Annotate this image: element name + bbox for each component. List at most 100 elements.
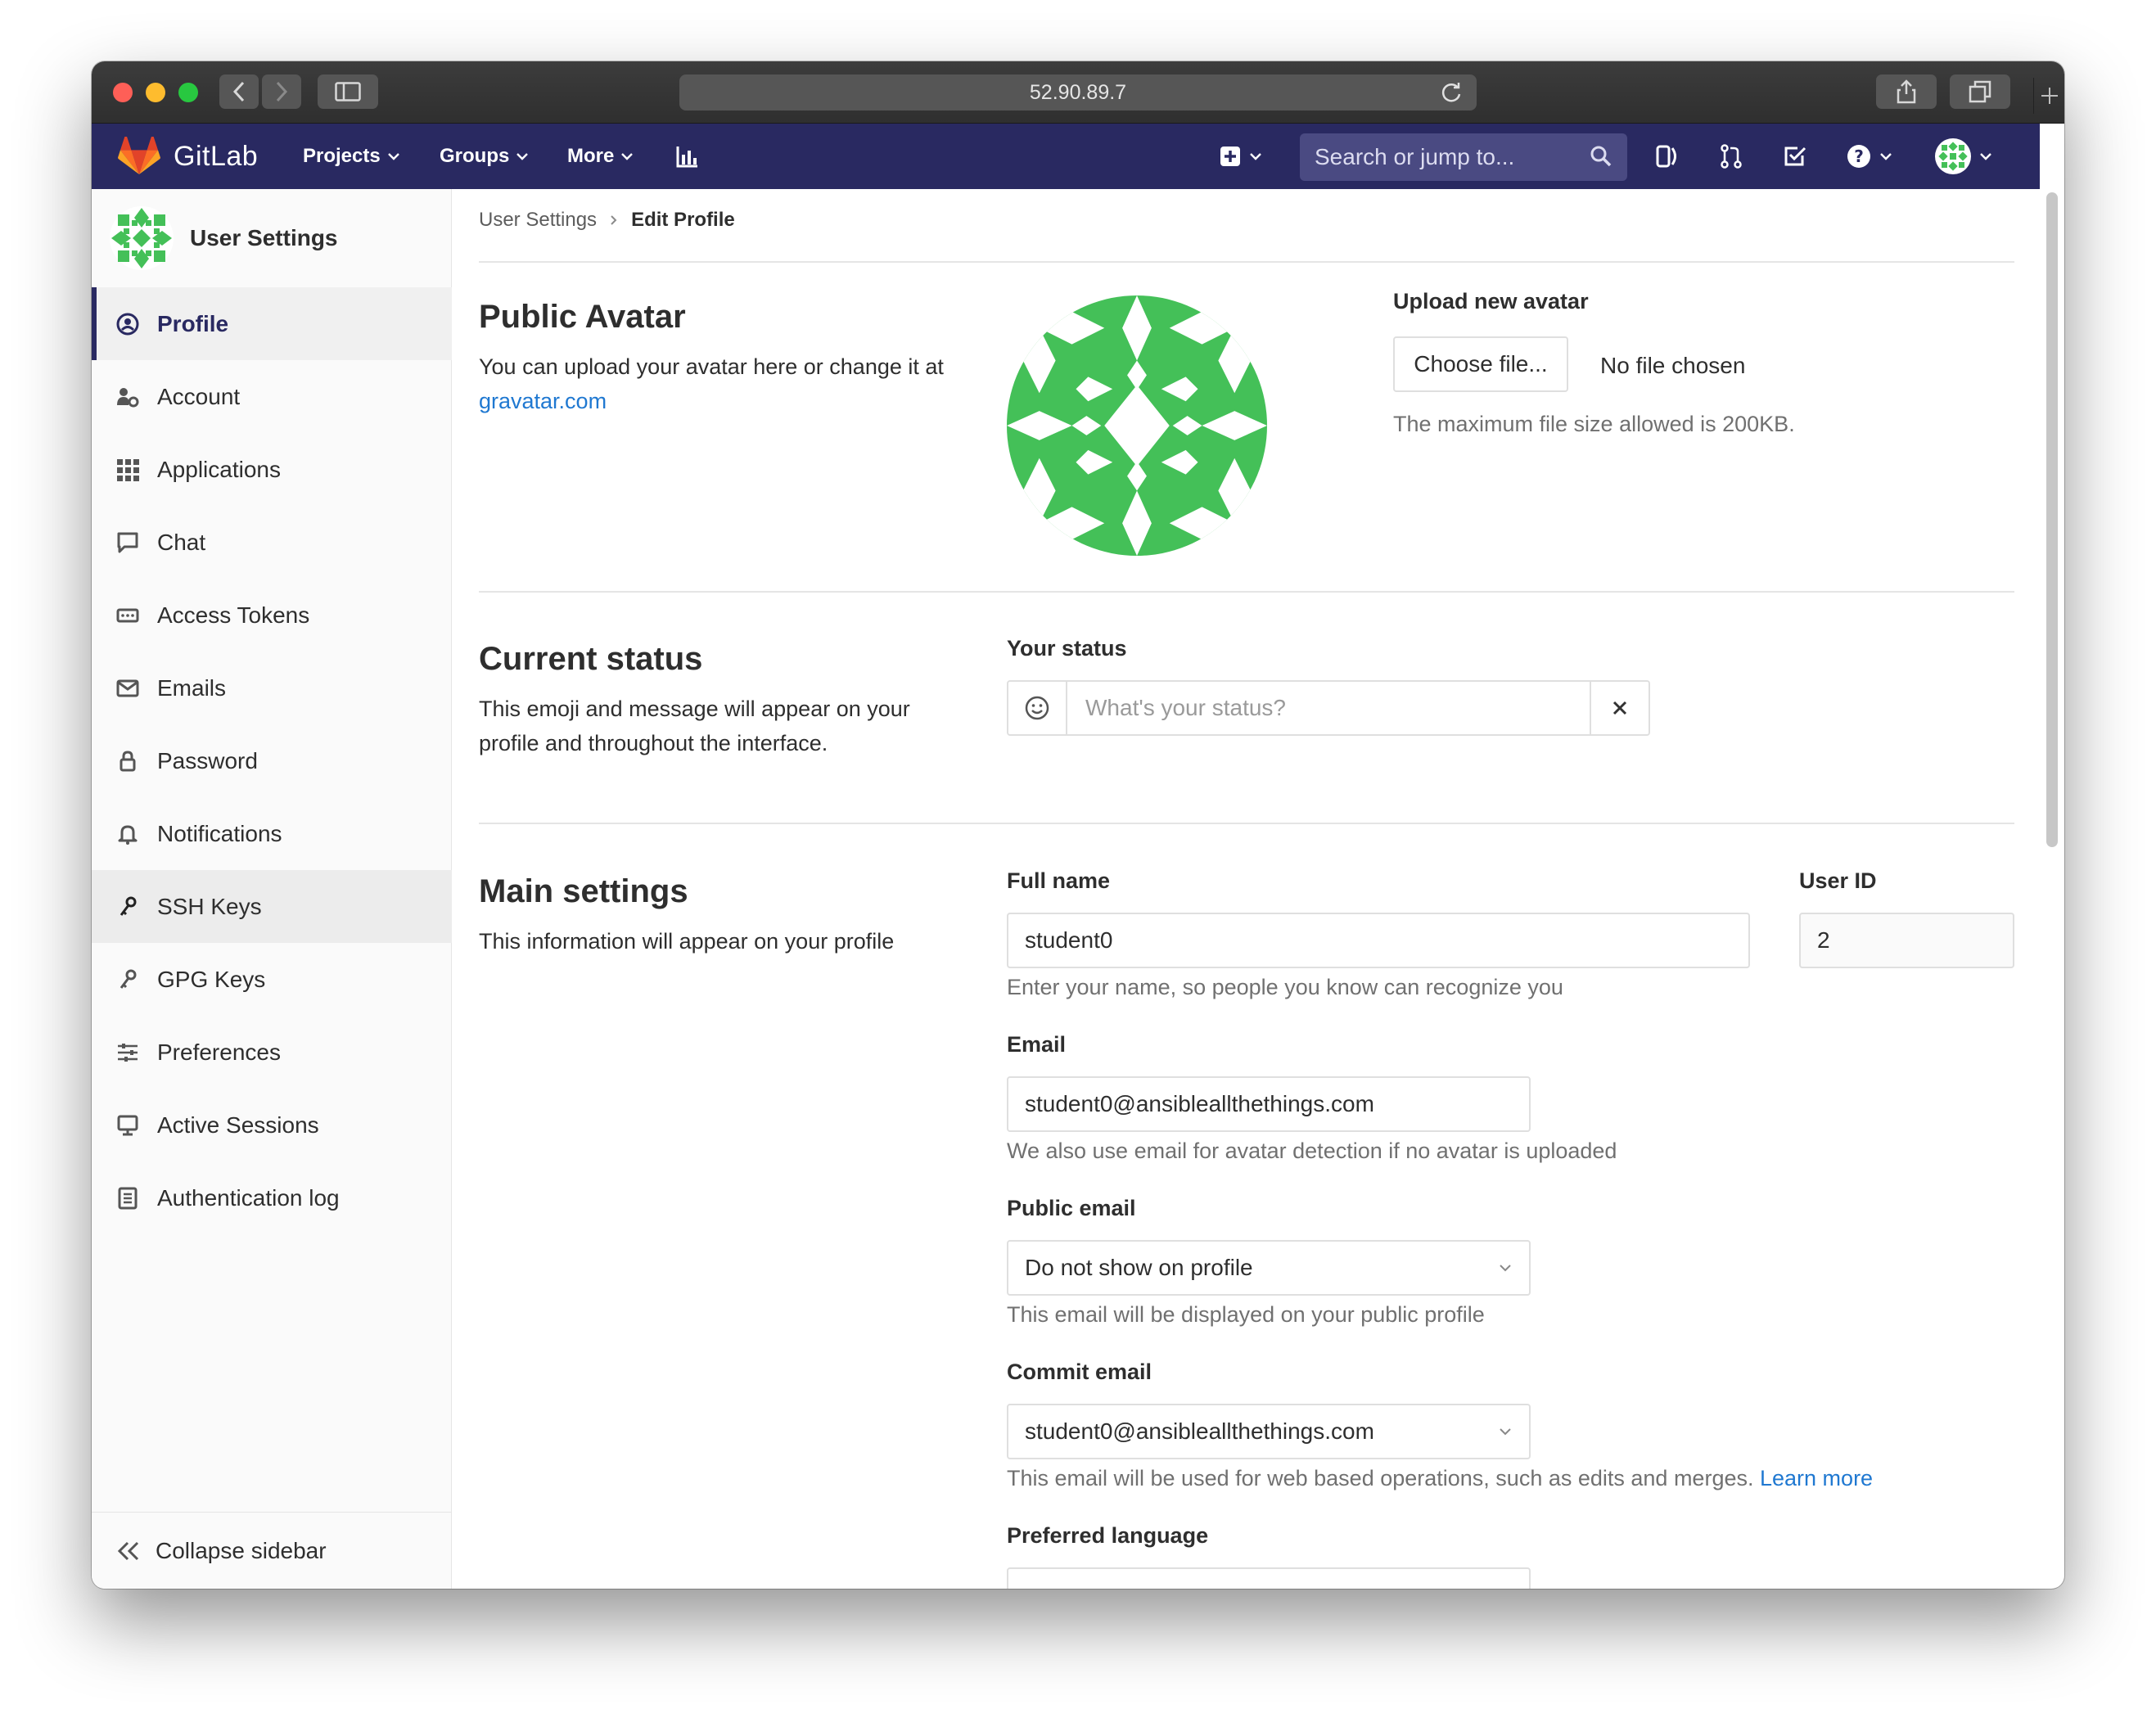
page-scrollbar[interactable] — [2046, 192, 2058, 847]
emoji-picker-button[interactable] — [1008, 682, 1067, 734]
sidebar-item-gpg-keys[interactable]: GPG Keys — [92, 943, 452, 1016]
merge-request-icon — [1721, 144, 1742, 169]
sidebar-item-emails[interactable]: Emails — [92, 652, 452, 724]
forward-button[interactable] — [262, 74, 301, 109]
full-name-label: Full name — [1007, 868, 1111, 893]
status-message-input[interactable]: What's your status? — [1069, 682, 1591, 734]
email-input[interactable]: student0@ansibleallthethings.com — [1007, 1076, 1531, 1132]
commit-email-select[interactable]: student0@ansibleallthethings.com — [1007, 1404, 1531, 1459]
sidebar-icon — [335, 82, 361, 101]
chevron-down-icon — [1980, 153, 1991, 160]
sidebar-item-account[interactable]: Account — [92, 360, 452, 433]
main-settings-desc: This information will appear on your pro… — [479, 929, 895, 954]
main-settings-title: Main settings — [479, 873, 688, 909]
activity-chart-link[interactable] — [676, 124, 699, 189]
choose-file-button[interactable]: Choose file... — [1393, 336, 1568, 392]
monitor-icon — [116, 1114, 139, 1137]
search-input[interactable]: Search or jump to... — [1300, 133, 1627, 181]
clear-status-button[interactable] — [1590, 682, 1649, 734]
groups-label: Groups — [440, 145, 510, 167]
current-status-desc: This emoji and message will appear on yo… — [479, 697, 910, 755]
key-icon — [116, 895, 139, 918]
tabs-icon — [1969, 80, 1991, 103]
sidebar-item-applications[interactable]: Applications — [92, 433, 452, 506]
commit-email-label: Commit email — [1007, 1360, 1152, 1384]
main-content: User Settings Edit Profile Public Avatar… — [477, 189, 2014, 1589]
sidebar-item-label: Applications — [157, 456, 281, 482]
address-bar[interactable]: 52.90.89.7 — [679, 74, 1477, 110]
tabs-overview-button[interactable] — [1950, 74, 2010, 109]
help-icon: ? — [1847, 145, 1870, 168]
settings-sidebar: User Settings Profile Account Applicatio… — [92, 189, 452, 1589]
groups-menu[interactable]: Groups — [440, 124, 529, 189]
public-email-select[interactable]: Do not show on profile — [1007, 1240, 1531, 1296]
search-placeholder: Search or jump to... — [1315, 144, 1515, 169]
sidebar-item-password[interactable]: Password — [92, 724, 452, 797]
avatar-desc-text: You can upload your avatar here or chang… — [479, 354, 944, 379]
share-icon — [1897, 79, 1916, 104]
projects-menu[interactable]: Projects — [303, 124, 400, 189]
sliders-icon — [116, 1041, 139, 1064]
sidebar-item-notifications[interactable]: Notifications — [92, 797, 452, 870]
sidebar-item-profile[interactable]: Profile — [92, 287, 452, 360]
chevron-right-icon — [276, 81, 288, 102]
chevron-down-icon — [1500, 1428, 1511, 1436]
divider — [479, 261, 2014, 263]
bell-icon — [116, 823, 139, 845]
help-dropdown[interactable]: ? — [1847, 124, 1892, 189]
maximize-window-button[interactable] — [178, 83, 198, 102]
projects-label: Projects — [303, 145, 381, 167]
preferred-language-label: Preferred language — [1007, 1523, 1209, 1548]
gitlab-logo-icon — [118, 137, 160, 174]
user-menu-dropdown[interactable] — [1935, 124, 1992, 189]
public-email-help: This email will be displayed on your pub… — [1007, 1302, 1485, 1327]
learn-more-link[interactable]: Learn more — [1760, 1466, 1873, 1490]
sidebar-item-ssh-keys[interactable]: SSH Keys — [92, 870, 452, 943]
full-name-input[interactable]: student0 — [1007, 913, 1750, 968]
chevron-right-icon — [611, 215, 617, 225]
svg-text:?: ? — [1854, 147, 1864, 166]
todos-link[interactable] — [1783, 124, 1807, 189]
minimize-window-button[interactable] — [146, 83, 165, 102]
sidebar-item-authentication-log[interactable]: Authentication log — [92, 1161, 452, 1234]
browser-titlebar: 52.90.89.7 — [92, 61, 2064, 124]
full-name-help: Enter your name, so people you know can … — [1007, 975, 1563, 999]
sidebar-item-label: Active Sessions — [157, 1112, 319, 1138]
chevron-down-icon — [516, 153, 529, 160]
issues-link[interactable] — [1655, 124, 1680, 189]
sidebar-toggle-button[interactable] — [318, 74, 378, 109]
sidebar-header[interactable]: User Settings — [92, 189, 452, 287]
gravatar-link[interactable]: gravatar.com — [479, 389, 607, 413]
more-label: More — [567, 145, 615, 167]
sidebar-item-active-sessions[interactable]: Active Sessions — [92, 1089, 452, 1161]
current-status-title: Current status — [479, 641, 703, 677]
reload-icon[interactable] — [1439, 80, 1464, 105]
sidebar-item-label: Chat — [157, 529, 206, 555]
gitlab-home-link[interactable]: GitLab — [118, 137, 258, 176]
chevron-down-icon — [1880, 153, 1892, 160]
smiley-icon — [1025, 696, 1049, 720]
commit-email-selected: student0@ansibleallthethings.com — [1025, 1418, 1374, 1444]
sidebar-item-preferences[interactable]: Preferences — [92, 1016, 452, 1089]
more-menu[interactable]: More — [567, 124, 634, 189]
breadcrumb-parent[interactable]: User Settings — [479, 209, 597, 232]
chevron-left-icon — [232, 81, 245, 102]
public-avatar-desc: You can upload your avatar here or chang… — [479, 349, 962, 418]
merge-requests-link[interactable] — [1719, 124, 1743, 189]
chat-icon — [116, 531, 139, 554]
email-help: We also use email for avatar detection i… — [1007, 1139, 1617, 1163]
new-tab-button[interactable] — [2033, 78, 2064, 114]
share-button[interactable] — [1876, 74, 1937, 109]
divider — [479, 591, 2014, 593]
chevron-down-icon — [387, 153, 399, 160]
back-button[interactable] — [219, 74, 259, 109]
sidebar-item-label: Preferences — [157, 1039, 281, 1065]
sidebar-item-access-tokens[interactable]: Access Tokens — [92, 579, 452, 652]
new-item-dropdown[interactable] — [1220, 124, 1262, 189]
upload-avatar-label: Upload new avatar — [1393, 289, 1589, 313]
todo-check-icon — [1784, 147, 1806, 166]
preferred-language-select[interactable] — [1007, 1567, 1531, 1589]
collapse-sidebar-button[interactable]: Collapse sidebar — [92, 1512, 452, 1589]
close-window-button[interactable] — [113, 83, 133, 102]
sidebar-item-chat[interactable]: Chat — [92, 506, 452, 579]
